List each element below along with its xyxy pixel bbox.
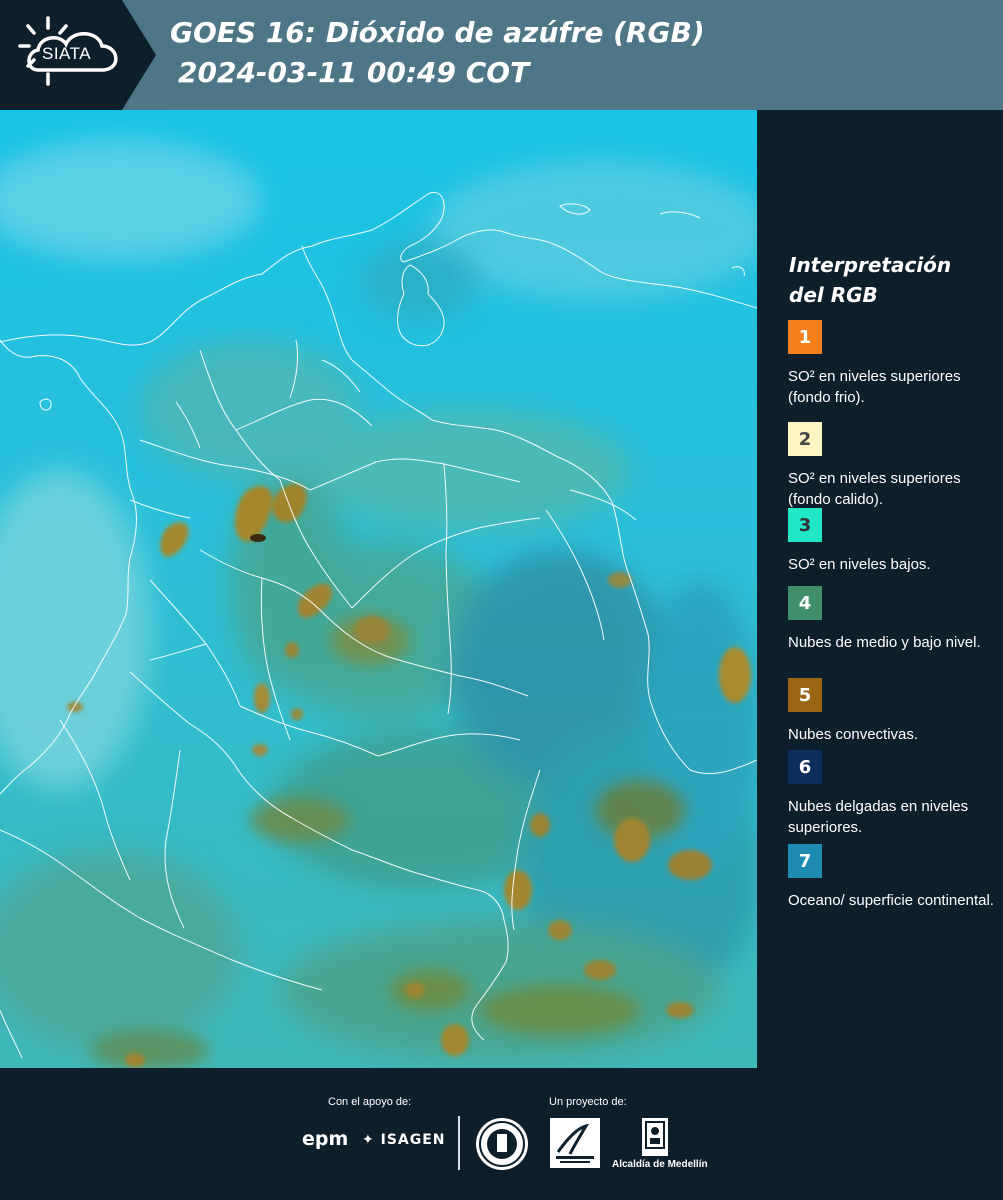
area-metropolitana-logo xyxy=(550,1118,600,1168)
legend-item: 2 SO² en niveles superiores (fondo calido… xyxy=(788,422,1000,510)
legend-title-line2: del RGB xyxy=(789,283,878,307)
legend-swatch: 3 xyxy=(788,508,822,542)
legend-panel: Interpretación del RGB 1 SO² en niveles s… xyxy=(760,110,1003,1068)
siata-logo-text: SIATA xyxy=(42,44,92,63)
legend-item: 4 Nubes de medio y bajo nivel. xyxy=(788,586,1000,653)
footer-divider xyxy=(458,1116,460,1170)
legend-title-line1: Interpretación xyxy=(789,253,952,277)
isagen-logo: ✦ ISAGEN xyxy=(362,1132,446,1148)
isagen-star-icon: ✦ xyxy=(362,1132,375,1148)
page-timestamp: 2024-03-11 00:49 COT xyxy=(178,56,530,89)
legend-item: 1 SO² en niveles superiores (fondo frio). xyxy=(788,320,1000,408)
siata-logo: SIATA xyxy=(0,0,160,110)
support-label: Con el apoyo de: xyxy=(328,1096,412,1108)
alcaldia-text: Alcaldía de Medellín xyxy=(612,1159,708,1170)
legend-item: 7 Oceano/ superficie continental. xyxy=(788,844,1000,911)
legend-swatch: 5 xyxy=(788,678,822,712)
seal-logo xyxy=(476,1118,528,1170)
satellite-image xyxy=(0,110,757,1068)
alcaldia-logo xyxy=(642,1118,668,1156)
satellite-map xyxy=(0,110,757,1068)
legend-item: 6 Nubes delgadas en niveles superiores. xyxy=(788,750,1000,838)
legend-description: Nubes de medio y bajo nivel. xyxy=(788,634,981,651)
legend-description: SO² en niveles bajos. xyxy=(788,556,931,573)
legend-swatch: 4 xyxy=(788,586,822,620)
legend-item: 5 Nubes convectivas. xyxy=(788,678,1000,745)
legend-swatch: 1 xyxy=(788,320,822,354)
project-label: Un proyecto de: xyxy=(549,1096,627,1108)
footer: Con el apoyo de: epm ✦ ISAGEN Un proyect… xyxy=(0,1068,1003,1200)
legend-swatch: 7 xyxy=(788,844,822,878)
legend-description: SO² en niveles superiores (fondo frio). xyxy=(788,368,961,406)
legend-swatch: 6 xyxy=(788,750,822,784)
legend-item: 3 SO² en niveles bajos. xyxy=(788,508,1000,575)
legend-description: SO² en niveles superiores (fondo calido)… xyxy=(788,470,961,508)
legend-description: Oceano/ superficie continental. xyxy=(788,892,994,909)
epm-logo: epm xyxy=(302,1128,349,1150)
header-bar: SIATA GOES 16: Dióxido de azúfre (RGB) 2… xyxy=(0,0,1003,110)
isagen-logo-text: ISAGEN xyxy=(380,1132,446,1148)
legend-swatch: 2 xyxy=(788,422,822,456)
legend-description: Nubes delgadas en niveles superiores. xyxy=(788,798,969,836)
legend-description: Nubes convectivas. xyxy=(788,726,919,743)
legend-title: Interpretación del RGB xyxy=(789,250,989,310)
page-title: GOES 16: Dióxido de azúfre (RGB) xyxy=(170,16,705,49)
